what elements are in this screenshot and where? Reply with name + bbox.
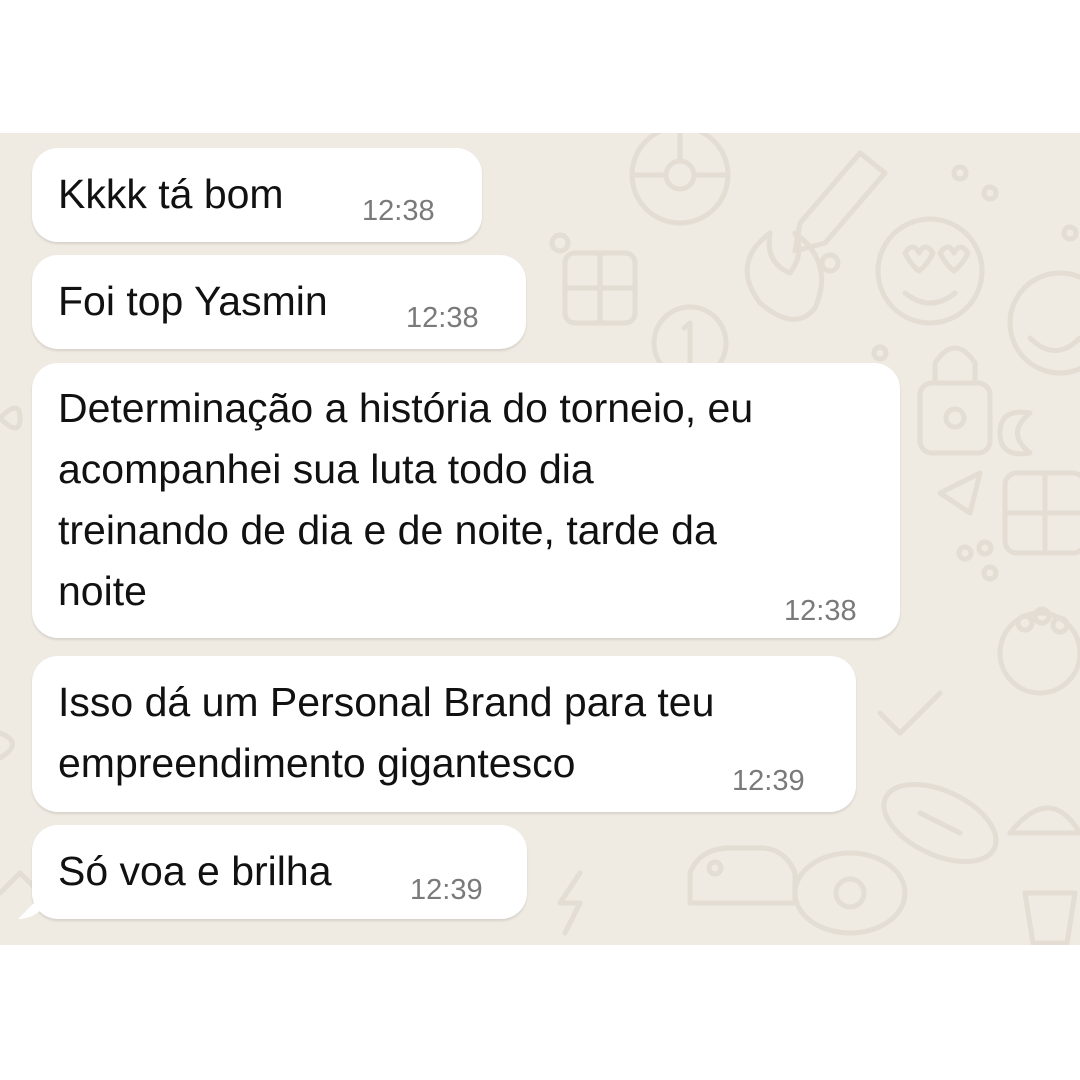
message-line: Determinação a história do torneio, eu <box>58 385 754 431</box>
chat-area: Kkkk tá bom Foi top Yasmin Determinação … <box>0 133 1080 945</box>
message-line: noite <box>58 568 147 614</box>
message-line: Kkkk tá bom <box>58 171 284 217</box>
message-text: Foi top Yasmin <box>58 271 328 332</box>
message-line: empreendimento gigantesco <box>58 740 576 786</box>
message-timestamp: 12:38 <box>362 195 435 227</box>
message-line: Foi top Yasmin <box>58 278 328 324</box>
message-bubble[interactable]: Determinação a história do torneio, eu a… <box>32 363 900 638</box>
message-timestamp: 12:39 <box>732 765 805 797</box>
message-timestamp: 12:39 <box>410 874 483 906</box>
message-line: acompanhei sua luta todo dia <box>58 446 594 492</box>
message-text: Isso dá um Personal Brand para teu empre… <box>58 672 714 794</box>
message-timestamp: 12:38 <box>406 302 479 334</box>
message-text: Kkkk tá bom <box>58 164 284 225</box>
message-line: Isso dá um Personal Brand para teu <box>58 679 715 725</box>
message-line: treinando de dia e de noite, tarde da <box>58 507 717 553</box>
message-text: Só voa e brilha <box>58 841 332 902</box>
message-text: Determinação a história do torneio, eu a… <box>58 378 753 622</box>
message-line: Só voa e brilha <box>58 848 332 894</box>
message-timestamp: 12:38 <box>784 595 857 627</box>
